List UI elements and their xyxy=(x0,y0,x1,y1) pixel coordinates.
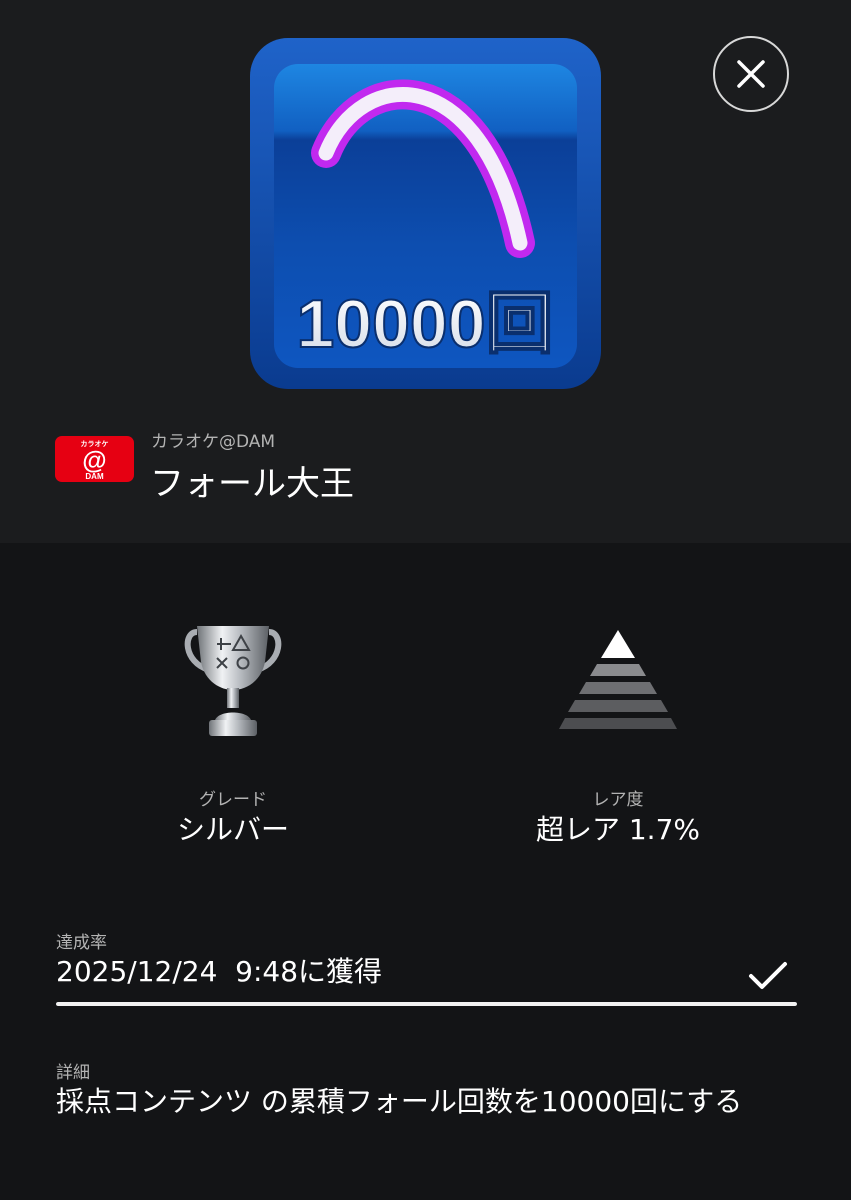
progress-bar-fill xyxy=(56,1002,797,1006)
checkmark-icon xyxy=(749,962,787,989)
grade-value: シルバー xyxy=(176,813,289,846)
rarity-value: 超レア 1.7% xyxy=(535,813,701,846)
game-icon: カラオケ @ DAM xyxy=(55,436,134,482)
trophy-image: 10000回 xyxy=(250,38,601,389)
progress-bar xyxy=(56,1002,797,1006)
trophy-name: フォール大王 xyxy=(150,464,354,504)
rarity-pyramid-icon xyxy=(559,630,677,729)
trophy-header: 10000回 カラオケ @ DAM カラオケ@DAM フォール大王 xyxy=(0,0,851,543)
earned-date: 2025/12/24 9:48に獲得 xyxy=(56,955,383,988)
silver-trophy-icon xyxy=(184,626,282,736)
detail-description: 採点コンテンツ の累積フォール回数を10000回にする xyxy=(56,1085,743,1118)
trophy-image-caption: 10000回 xyxy=(296,286,553,362)
rarity-label: レア度 xyxy=(592,790,644,810)
game-icon-at-text: @ xyxy=(82,447,106,475)
close-icon xyxy=(737,60,765,88)
game-icon-bottom-text: DAM xyxy=(85,472,104,481)
close-button[interactable] xyxy=(713,36,789,112)
grade-label: グレード xyxy=(199,790,267,810)
game-name: カラオケ@DAM xyxy=(151,432,276,452)
